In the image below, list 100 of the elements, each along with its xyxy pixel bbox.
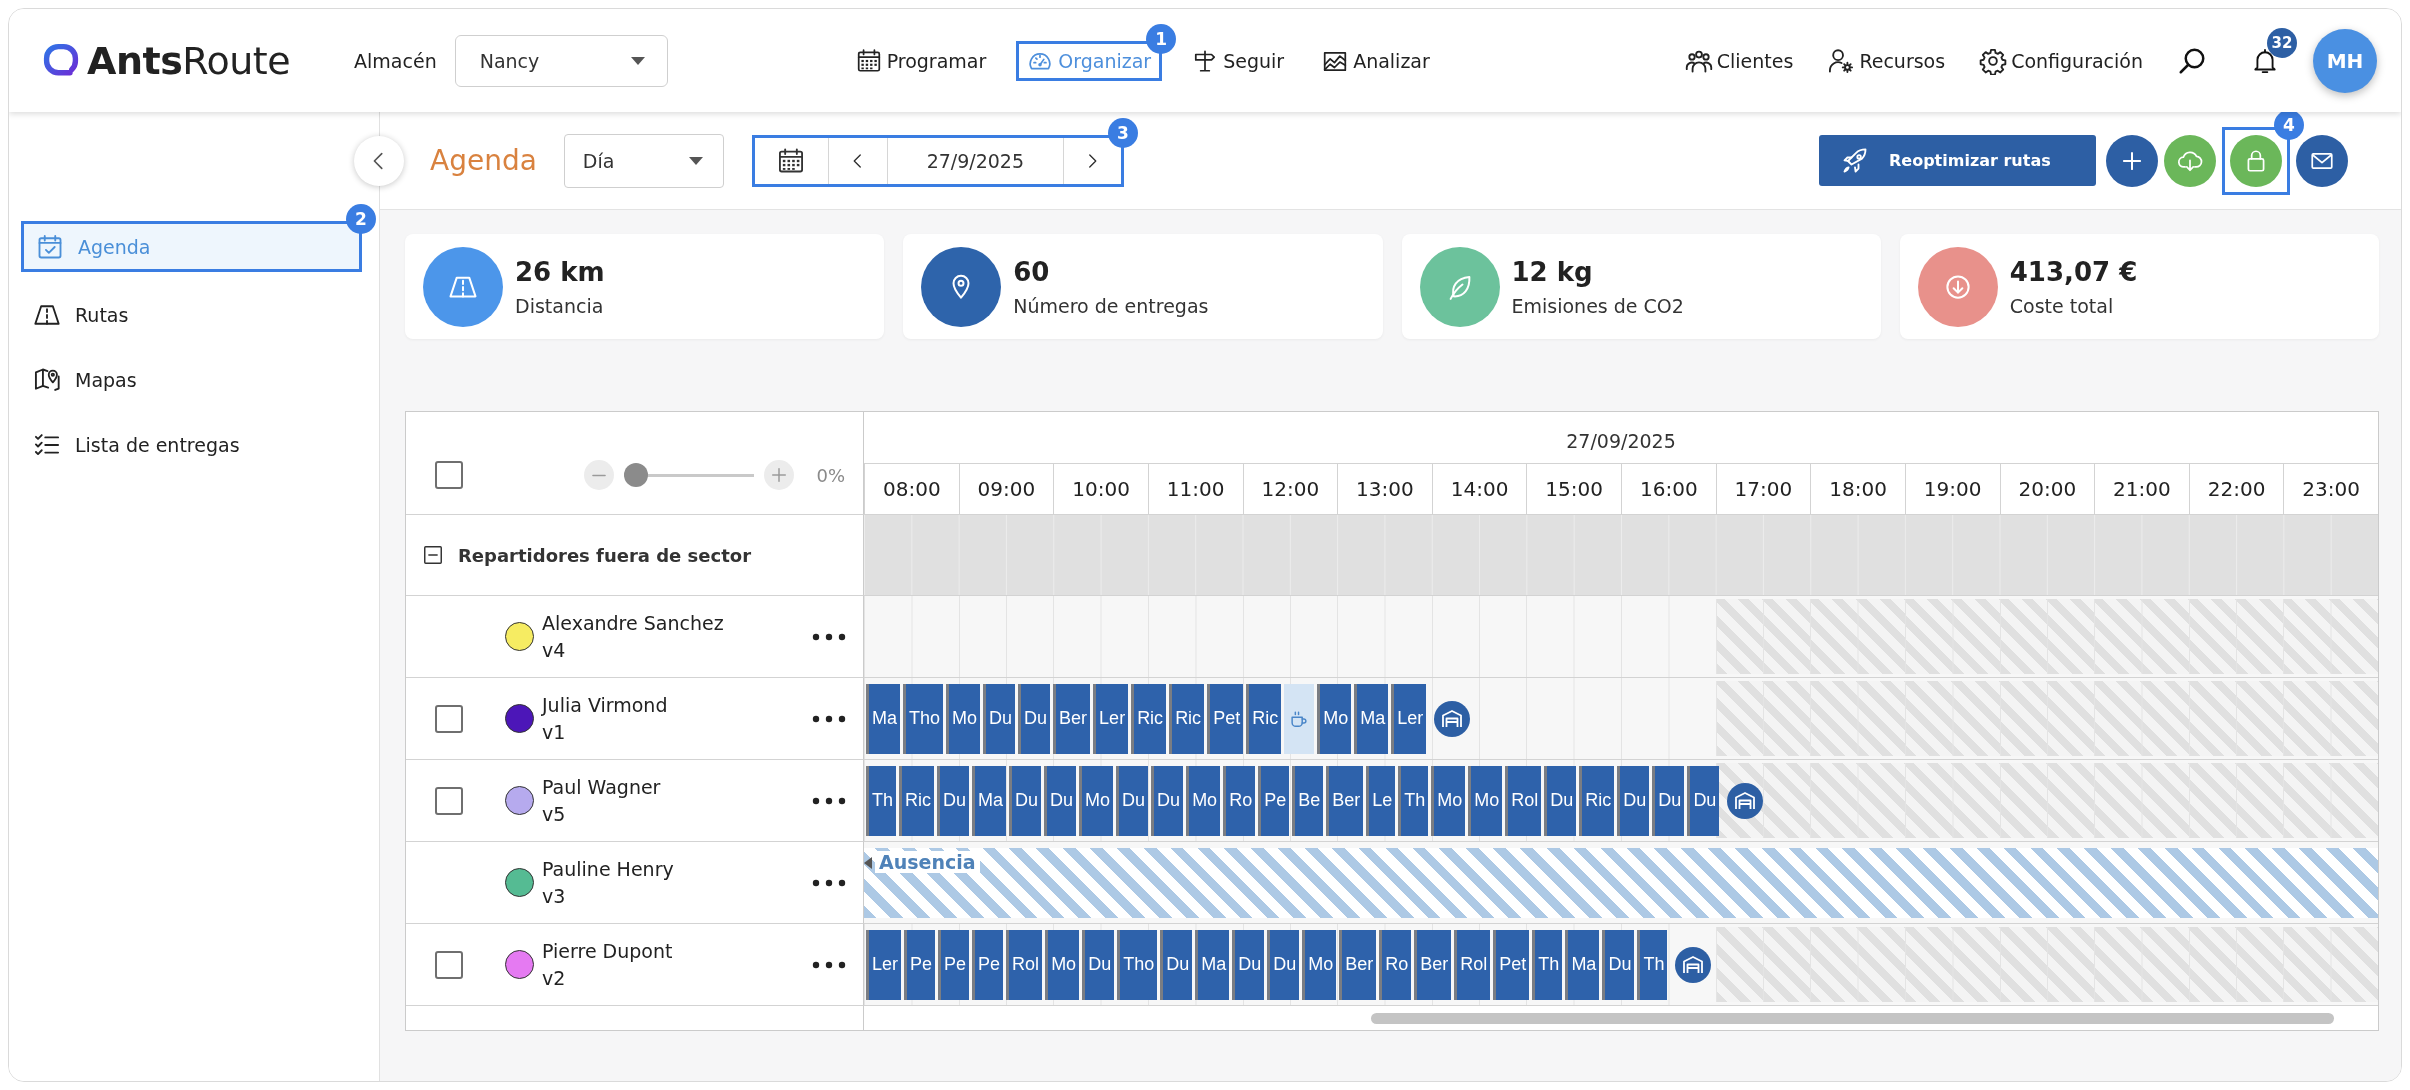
more-icon[interactable] [812,878,846,887]
stop-block[interactable]: Du [1544,765,1577,836]
stop-block[interactable]: Ro [1379,929,1412,1000]
stop-block[interactable]: Ler [866,929,901,1000]
checkbox[interactable] [435,786,463,815]
toolbar-link[interactable]: Clientes [1684,46,1794,75]
sidebar-item[interactable]: Rutas [21,292,362,337]
stop-block[interactable]: Ro [1223,765,1256,836]
stop-block[interactable]: Du [1267,929,1300,1000]
toolbar-link[interactable]: Configuración [1979,46,2143,75]
more-icon[interactable] [812,632,846,641]
stop-block[interactable]: Du [1652,765,1685,836]
stop-block[interactable]: Le [1366,765,1396,836]
stop-block[interactable]: Pe [972,929,1004,1000]
stop-block[interactable]: Be [1292,765,1324,836]
callout-badge: 1 [1146,23,1177,54]
stop-block[interactable]: Tho [1117,929,1158,1000]
stop-block[interactable]: Mo [1468,765,1503,836]
stop-block[interactable]: Th [1637,929,1668,1000]
stop-block[interactable]: Du [1009,765,1042,836]
sidebar-item[interactable]: Lista de entregas [21,422,362,467]
sidebar-item[interactable]: Agenda [24,224,359,269]
garage-icon[interactable] [1434,700,1471,737]
stop-block[interactable]: Mo [946,683,981,754]
collapse-group-icon[interactable] [422,544,444,566]
stop-block[interactable]: Th [1532,929,1563,1000]
calendar-icon [855,47,882,74]
stop-block[interactable]: Ric [1246,683,1282,754]
stop-block[interactable]: Du [1151,765,1184,836]
stop-block[interactable]: Mo [1045,929,1080,1000]
view-select[interactable]: Día [563,133,724,188]
scrollbar-thumb[interactable] [1371,1012,2335,1024]
more-icon[interactable] [812,960,846,969]
stop-block[interactable]: Ma [1565,929,1600,1000]
nav-tab[interactable]: Programar [847,43,995,78]
toolbar-link[interactable]: Recursos [1827,46,1946,75]
mail-button[interactable] [2296,134,2348,187]
nav-tab[interactable]: Seguir [1184,43,1293,78]
caret-icon [630,56,645,65]
stop-block[interactable]: Ma [1195,929,1230,1000]
stop-block[interactable]: Du [983,683,1016,754]
stop-block[interactable]: Mo [1317,683,1352,754]
arrow-down-circle-icon [1917,246,1998,327]
stop-block[interactable]: Pe [1258,765,1290,836]
stop-block[interactable]: Ma [1354,683,1389,754]
garage-icon[interactable] [1727,782,1764,819]
stop-block[interactable]: Rol [1454,929,1491,1000]
garage-icon[interactable] [1675,946,1712,983]
stop-block[interactable]: Ber [1414,929,1452,1000]
stop-block[interactable]: Mo [1431,765,1466,836]
more-icon[interactable] [812,714,846,723]
add-button[interactable] [2106,134,2158,187]
sidebar-item[interactable]: Mapas [21,357,362,402]
stop-block[interactable]: Ma [972,765,1007,836]
stop-block[interactable]: Du [1018,683,1051,754]
user-avatar[interactable]: MH [2313,28,2377,93]
stop-block[interactable]: Du [1044,765,1077,836]
stop-block[interactable]: Mo [1079,765,1114,836]
stop-block[interactable]: Ler [1093,683,1129,754]
stop-block[interactable]: Mo [1186,765,1221,836]
stop-block[interactable]: Rol [1006,929,1043,1000]
stop-block[interactable]: Rol [1505,765,1542,836]
checkbox[interactable] [435,950,463,979]
stop-block[interactable]: Mo [1302,929,1337,1000]
stop-block[interactable]: Du [1116,765,1149,836]
stop-block[interactable]: Ber [1326,765,1364,836]
stop-block[interactable]: Ric [1169,683,1205,754]
more-icon[interactable] [812,796,846,805]
stop-block[interactable]: Du [1617,765,1650,836]
stop-block[interactable]: Du [1082,929,1115,1000]
stop-block[interactable]: Du [1687,765,1720,836]
stop-block[interactable]: Du [1232,929,1265,1000]
reoptimize-button[interactable]: Reoptimizar rutas [1819,135,2096,186]
bell-icon[interactable] [2251,46,2279,75]
stat-value: 26 km [515,256,605,287]
stop-block[interactable]: Du [1160,929,1193,1000]
warehouse-select[interactable]: Nancy [454,34,668,87]
stop-block[interactable]: Ric [1131,683,1167,754]
stop-block[interactable]: Du [937,765,970,836]
checkbox[interactable] [435,461,463,489]
stop-block[interactable]: Ler [1391,683,1427,754]
hour-header: 09:00 [958,464,1054,514]
stat-label: Número de entregas [1013,294,1209,317]
stop-block[interactable]: Ric [1579,765,1615,836]
stop-block[interactable]: Ma [866,683,900,754]
checkbox[interactable] [435,704,463,733]
stop-block[interactable]: Pe [938,929,970,1000]
stop-block[interactable]: Pet [1493,929,1530,1000]
break-block[interactable] [1284,683,1315,754]
nav-tab[interactable]: Analizar [1314,43,1438,78]
stop-block[interactable]: Pet [1207,683,1244,754]
stop-block[interactable]: Ber [1339,929,1377,1000]
stop-block[interactable]: Ber [1053,683,1091,754]
slider-thumb[interactable] [624,463,649,487]
stop-block[interactable]: Tho [903,683,944,754]
stop-block[interactable]: Th [866,765,896,836]
stop-block[interactable]: Pe [904,929,936,1000]
stop-block[interactable]: Ric [899,765,934,836]
stop-block[interactable]: Th [1398,765,1429,836]
stop-block[interactable]: Du [1602,929,1635,1000]
